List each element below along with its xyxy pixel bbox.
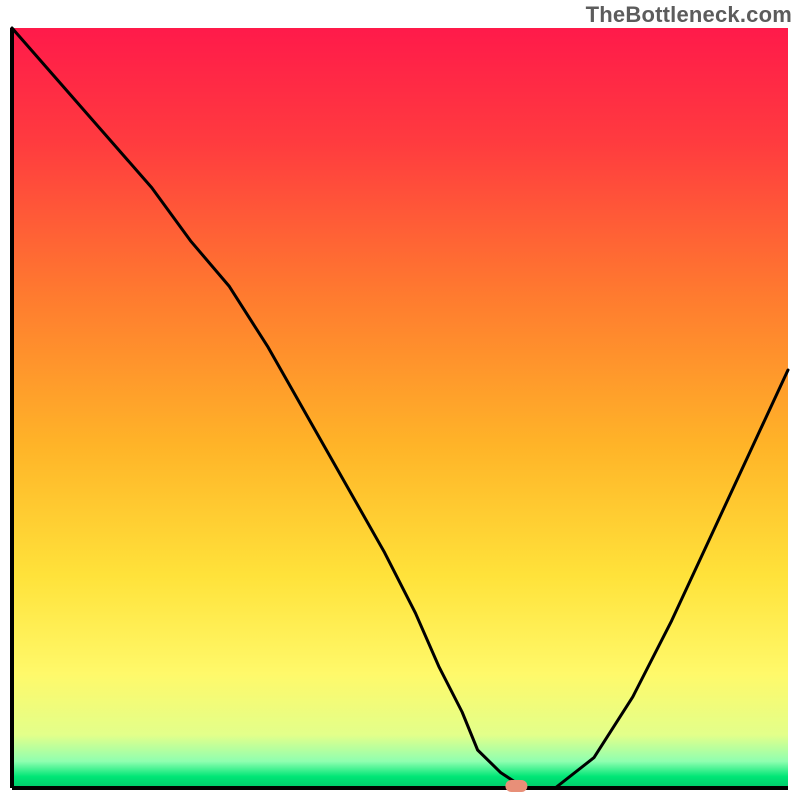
- watermark-text: TheBottleneck.com: [586, 2, 792, 28]
- optimal-marker: [505, 780, 527, 792]
- plot-background: [12, 28, 788, 788]
- bottleneck-chart: TheBottleneck.com: [0, 0, 800, 800]
- chart-svg: [0, 0, 800, 800]
